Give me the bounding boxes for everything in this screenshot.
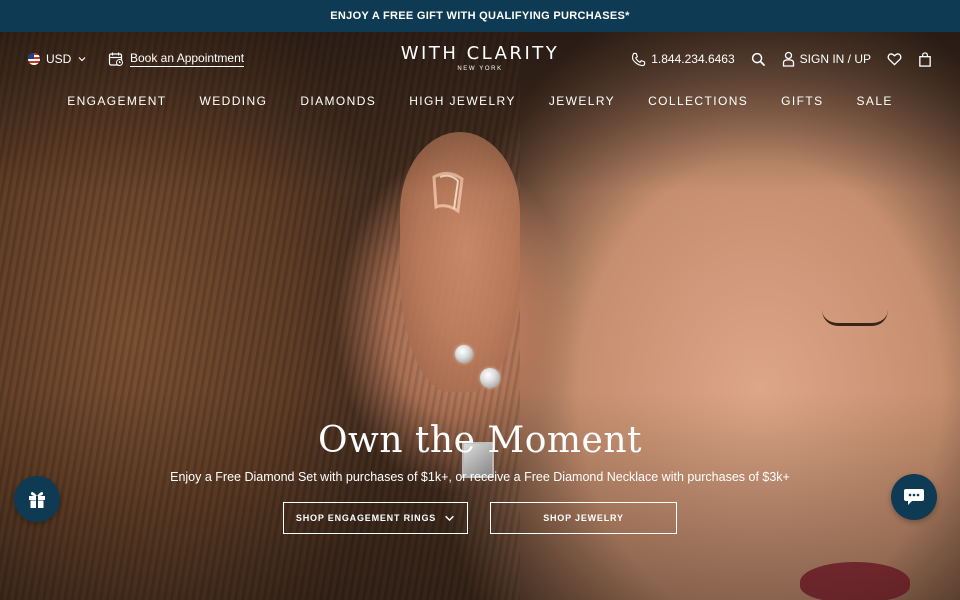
hero-eye (822, 310, 888, 326)
earring-stud-1 (455, 345, 473, 363)
hero-background (0, 32, 960, 600)
chat-button[interactable] (891, 474, 937, 520)
phone-link[interactable]: 1.844.234.6463 (631, 52, 735, 67)
cta-primary-label: SHOP ENGAGEMENT RINGS (295, 513, 437, 523)
announcement-text: ENJOY A FREE GIFT WITH QUALIFYING PURCHA… (330, 10, 630, 22)
user-icon (782, 51, 794, 67)
shop-engagement-rings-button[interactable]: SHOP ENGAGEMENT RINGS (283, 502, 468, 534)
phone-icon (632, 52, 646, 66)
hero-subline: Enjoy a Free Diamond Set with purchases … (170, 470, 790, 484)
header-utilities: 1.844.234.6463 SIGN IN / UP (631, 44, 932, 74)
bag-icon[interactable] (918, 51, 932, 67)
nav-collections[interactable]: COLLECTIONS (648, 94, 748, 108)
nav-diamonds[interactable]: DIAMONDS (300, 94, 376, 108)
main-nav: ENGAGEMENT WEDDING DIAMONDS HIGH JEWELRY… (0, 94, 960, 108)
nav-wedding[interactable]: WEDDING (200, 94, 268, 108)
announcement-bar[interactable]: ENJOY A FREE GIFT WITH QUALIFYING PURCHA… (0, 0, 960, 32)
earring-stud-2 (480, 368, 500, 388)
nav-engagement[interactable]: ENGAGEMENT (67, 94, 166, 108)
heart-icon[interactable] (887, 52, 902, 66)
nav-sale[interactable]: SALE (857, 94, 893, 108)
sign-in-link[interactable]: SIGN IN / UP (782, 51, 871, 67)
nav-gifts[interactable]: GIFTS (781, 94, 823, 108)
search-icon[interactable] (751, 52, 766, 67)
chat-icon (904, 489, 924, 505)
shop-jewelry-button[interactable]: SHOP JEWELRY (490, 502, 677, 534)
hero-headline: Own the Moment (318, 420, 642, 461)
gift-icon (29, 492, 45, 508)
chevron-down-icon (445, 515, 454, 521)
cta-secondary-label: SHOP JEWELRY (543, 513, 624, 523)
nav-high-jewelry[interactable]: HIGH JEWELRY (409, 94, 516, 108)
phone-number: 1.844.234.6463 (651, 52, 735, 66)
nav-jewelry[interactable]: JEWELRY (549, 94, 615, 108)
sign-in-label: SIGN IN / UP (799, 52, 871, 66)
ear-cuff (432, 172, 464, 214)
gift-button[interactable] (14, 476, 60, 522)
